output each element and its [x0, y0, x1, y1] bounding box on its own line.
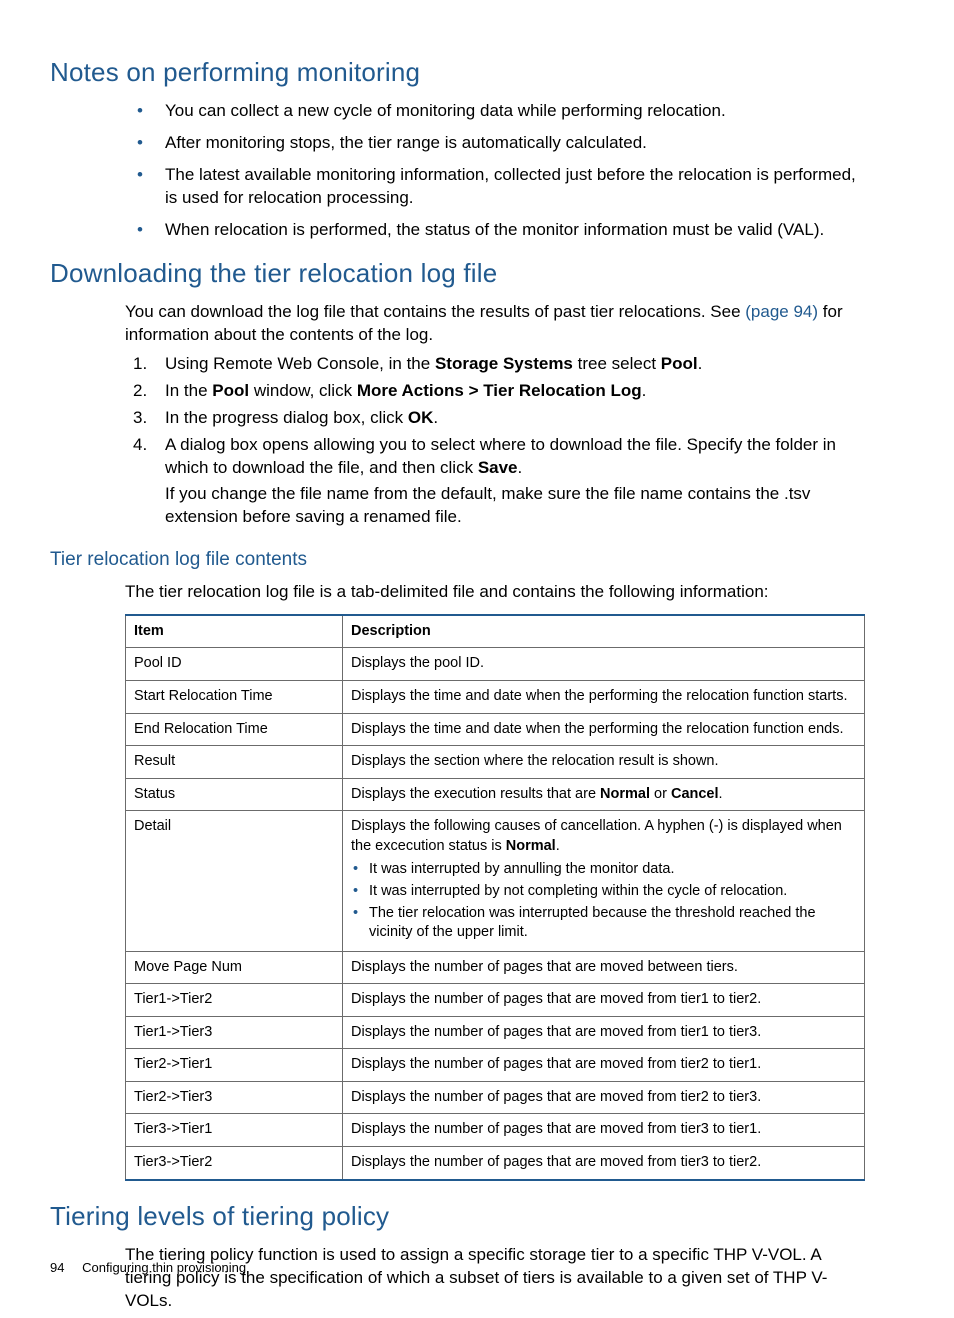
cell-desc: Displays the execution results that are … [343, 778, 865, 811]
heading-tiering-levels: Tiering levels of tiering policy [50, 1199, 868, 1234]
list-item: You can collect a new cycle of monitorin… [125, 100, 868, 123]
text: . [433, 408, 438, 427]
column-header-description: Description [343, 615, 865, 648]
cell-item: Tier1->Tier2 [126, 984, 343, 1017]
table-row: Tier3->Tier1 Displays the number of page… [126, 1114, 865, 1147]
cell-item: Tier2->Tier1 [126, 1049, 343, 1082]
heading-downloading-log: Downloading the tier relocation log file [50, 256, 868, 291]
step-sub-text: If you change the file name from the def… [165, 483, 868, 529]
cell-item: Status [126, 778, 343, 811]
column-header-item: Item [126, 615, 343, 648]
bold-text: Save [478, 458, 518, 477]
page-footer: 94 Configuring thin provisioning [50, 1259, 246, 1277]
text: In the progress dialog box, click [165, 408, 408, 427]
cell-desc: Displays the number of pages that are mo… [343, 1081, 865, 1114]
text: window, click [249, 381, 357, 400]
table-row: Pool ID Displays the pool ID. [126, 648, 865, 681]
list-item: It was interrupted by annulling the moni… [351, 860, 856, 880]
chapter-title: Configuring thin provisioning [82, 1260, 246, 1275]
step-item: In the Pool window, click More Actions >… [125, 380, 868, 403]
bold-text: Normal [600, 786, 650, 802]
bold-text: Pool [661, 354, 698, 373]
cell-item: Start Relocation Time [126, 681, 343, 714]
bold-text: OK [408, 408, 434, 427]
cell-item: Tier1->Tier3 [126, 1016, 343, 1049]
text: Displays the execution results that are [351, 786, 600, 802]
bold-text: More Actions > Tier Relocation Log [357, 381, 642, 400]
log-fields-table: Item Description Pool ID Displays the po… [125, 614, 865, 1181]
cell-item: Detail [126, 811, 343, 951]
text: . [518, 458, 523, 477]
table-row: Tier2->Tier3 Displays the number of page… [126, 1081, 865, 1114]
text: or [650, 786, 671, 802]
cell-desc: Displays the time and date when the perf… [343, 681, 865, 714]
cell-desc: Displays the section where the relocatio… [343, 746, 865, 779]
cell-item: Tier3->Tier2 [126, 1147, 343, 1180]
heading-notes-monitoring: Notes on performing monitoring [50, 55, 868, 90]
table-row: Status Displays the execution results th… [126, 778, 865, 811]
bold-text: Pool [212, 381, 249, 400]
cell-desc: Displays the following causes of cancell… [343, 811, 865, 951]
intro-text: You can download the log file that conta… [125, 301, 868, 347]
step-item: Using Remote Web Console, in the Storage… [125, 353, 868, 376]
cell-desc: Displays the number of pages that are mo… [343, 1049, 865, 1082]
cell-desc: Displays the number of pages that are mo… [343, 984, 865, 1017]
cell-item: Pool ID [126, 648, 343, 681]
cell-desc: Displays the number of pages that are mo… [343, 1114, 865, 1147]
inner-bullet-list: It was interrupted by annulling the moni… [351, 860, 856, 942]
bold-text: Normal [506, 838, 556, 854]
text: . [556, 838, 560, 854]
list-item: The latest available monitoring informat… [125, 164, 868, 210]
cell-item: Result [126, 746, 343, 779]
section-body: The tiering policy function is used to a… [125, 1244, 868, 1313]
cell-item: Move Page Num [126, 951, 343, 984]
heading-log-contents: Tier relocation log file contents [50, 547, 868, 573]
table-row: Tier1->Tier2 Displays the number of page… [126, 984, 865, 1017]
cell-desc: Displays the time and date when the perf… [343, 713, 865, 746]
list-item: After monitoring stops, the tier range i… [125, 132, 868, 155]
text: . [698, 354, 703, 373]
cell-item: Tier3->Tier1 [126, 1114, 343, 1147]
section-body: You can collect a new cycle of monitorin… [125, 100, 868, 242]
bold-text: Storage Systems [435, 354, 573, 373]
step-item: In the progress dialog box, click OK. [125, 407, 868, 430]
page-number: 94 [50, 1260, 64, 1275]
table-row: Detail Displays the following causes of … [126, 811, 865, 951]
bold-text: Cancel [671, 786, 719, 802]
table-row: Tier1->Tier3 Displays the number of page… [126, 1016, 865, 1049]
list-item: When relocation is performed, the status… [125, 219, 868, 242]
intro-text: The tier relocation log file is a tab-de… [125, 581, 868, 604]
text: You can download the log file that conta… [125, 302, 745, 321]
table-header-row: Item Description [126, 615, 865, 648]
cell-desc: Displays the number of pages that are mo… [343, 1147, 865, 1180]
table-row: Result Displays the section where the re… [126, 746, 865, 779]
cell-desc: Displays the number of pages that are mo… [343, 1016, 865, 1049]
text: tree select [573, 354, 661, 373]
bullet-list: You can collect a new cycle of monitorin… [125, 100, 868, 242]
text: Displays the following causes of cancell… [351, 818, 842, 854]
cell-desc: Displays the pool ID. [343, 648, 865, 681]
table-row: Tier2->Tier1 Displays the number of page… [126, 1049, 865, 1082]
text: Using Remote Web Console, in the [165, 354, 435, 373]
table-row: Move Page Num Displays the number of pag… [126, 951, 865, 984]
cell-item: Tier2->Tier3 [126, 1081, 343, 1114]
section-body: The tier relocation log file is a tab-de… [125, 581, 868, 604]
list-item: It was interrupted by not completing wit… [351, 882, 856, 902]
table-row: Tier3->Tier2 Displays the number of page… [126, 1147, 865, 1180]
list-item: The tier relocation was interrupted beca… [351, 904, 856, 943]
text: In the [165, 381, 212, 400]
page-cross-reference[interactable]: (page 94) [745, 302, 818, 321]
table-row: End Relocation Time Displays the time an… [126, 713, 865, 746]
text: . [719, 786, 723, 802]
step-item: A dialog box opens allowing you to selec… [125, 434, 868, 530]
ordered-steps: Using Remote Web Console, in the Storage… [125, 353, 868, 530]
paragraph: The tiering policy function is used to a… [125, 1244, 868, 1313]
section-body: You can download the log file that conta… [125, 301, 868, 529]
cell-item: End Relocation Time [126, 713, 343, 746]
text: . [642, 381, 647, 400]
cell-desc: Displays the number of pages that are mo… [343, 951, 865, 984]
table-row: Start Relocation Time Displays the time … [126, 681, 865, 714]
